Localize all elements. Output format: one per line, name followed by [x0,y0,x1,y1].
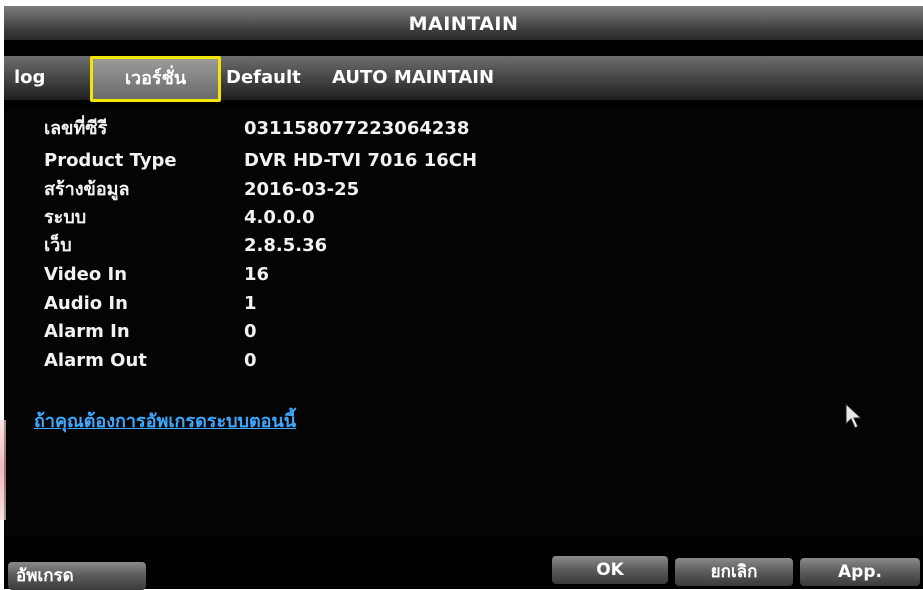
info-value: 031158077223064238 [244,118,470,139]
info-value: 16 [244,264,270,285]
upgrade-hint-link[interactable]: ถ้าคุณต้องการอัพเกรดระบบตอนนี้ [34,406,296,435]
mouse-pointer-icon [845,402,863,429]
info-value: 0 [244,350,257,371]
info-label: Product Type [44,150,177,171]
decorative-watermark [0,420,6,520]
tab-log[interactable]: log [14,56,45,100]
tab-bar: log เวอร์ชั่น Default AUTO MAINTAIN [4,56,923,102]
info-label: Alarm Out [44,350,147,371]
upgrade-button[interactable]: อัพเกรด [8,562,146,590]
maintain-window: MAINTAIN log เวอร์ชั่น Default AUTO MAIN… [4,6,923,590]
tab-auto-maintain[interactable]: AUTO MAINTAIN [332,56,494,100]
info-value: DVR HD-TVI 7016 16CH [244,150,478,171]
info-label: เว็บ [44,235,72,256]
info-value: 2.8.5.36 [244,235,328,256]
apply-button[interactable]: App. [800,558,920,586]
info-value: 2016-03-25 [244,179,360,200]
info-value: 1 [244,293,257,314]
info-label: เลขที่ซีรี [44,118,108,139]
info-label: Audio In [44,293,128,314]
ok-button[interactable]: OK [552,556,668,584]
cancel-button[interactable]: ยกเลิก [675,558,793,586]
info-label: Alarm In [44,321,130,342]
info-label: สร้างข้อมูล [44,179,130,200]
version-info-panel: เลขที่ซีรี 031158077223064238 Product Ty… [4,106,923,536]
info-label: ระบบ [44,207,87,228]
tab-default[interactable]: Default [226,56,301,100]
window-title: MAINTAIN [4,6,923,40]
info-value: 0 [244,321,257,342]
tab-version[interactable]: เวอร์ชั่น [90,56,221,102]
info-label: Video In [44,264,128,285]
info-value: 4.0.0.0 [244,207,315,228]
